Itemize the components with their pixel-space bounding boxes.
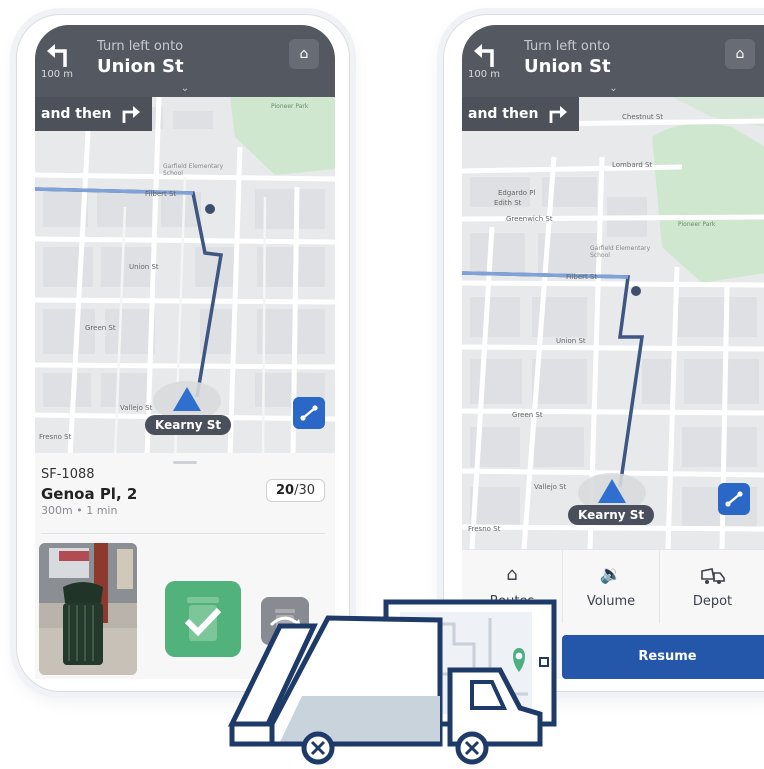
and-then-label: and then bbox=[468, 106, 539, 122]
home-button[interactable]: ⌂ bbox=[289, 39, 319, 69]
home-icon: ⌂ bbox=[735, 46, 745, 62]
current-street-tag: Kearny St bbox=[568, 505, 655, 525]
street-label-green: Green St bbox=[512, 411, 543, 419]
garbage-truck-illustration bbox=[228, 599, 557, 765]
turn-right-icon bbox=[122, 106, 140, 123]
route-icon bbox=[300, 405, 318, 421]
stop-progress-counter: 20/30 bbox=[265, 479, 325, 502]
next-maneuver-banner: and then bbox=[462, 97, 579, 131]
right-phone-frame: Chestnut St Lombard St Edgardo Pl Edith … bbox=[443, 14, 764, 692]
depot-label: Depot bbox=[692, 594, 733, 609]
street-label-lombard: Lombard St bbox=[612, 161, 653, 169]
volume-label: Volume bbox=[586, 594, 636, 609]
turn-instruction: Turn left onto bbox=[524, 39, 611, 54]
right-phone-screen: Chestnut St Lombard St Edgardo Pl Edith … bbox=[462, 25, 764, 679]
poi-pioneer-park: Pioneer Park bbox=[678, 221, 716, 228]
stop-id: SF-1088 bbox=[41, 467, 95, 482]
street-label-union: Union St bbox=[556, 337, 586, 345]
turn-street-name: Union St bbox=[97, 56, 184, 77]
counter-total: /30 bbox=[294, 483, 315, 498]
street-label-edgardo: Edgardo Pl bbox=[498, 189, 536, 197]
turn-distance: 100 m bbox=[468, 69, 501, 80]
resume-label: Resume bbox=[638, 649, 697, 664]
truck-wheel-icon bbox=[301, 731, 335, 765]
stop-eta: 300m • 1 min bbox=[41, 504, 118, 517]
navigation-map[interactable]: Union St Filbert St Green St Vallejo St … bbox=[35, 97, 335, 457]
street-label-filbert: Filbert St bbox=[145, 190, 177, 198]
and-then-label: and then bbox=[41, 106, 112, 122]
navigation-map-right[interactable]: Chestnut St Lombard St Edgardo Pl Edith … bbox=[462, 97, 764, 549]
route-overview-button[interactable] bbox=[293, 397, 325, 429]
card-divider bbox=[41, 533, 325, 534]
volume-up-button-right bbox=[437, 145, 441, 197]
depot-truck-icon bbox=[660, 564, 764, 585]
volume-up-button bbox=[11, 145, 15, 197]
street-label-fresno: Fresno St bbox=[468, 525, 501, 533]
street-label-vallejo: Vallejo St bbox=[120, 404, 153, 412]
home-button[interactable]: ⌂ bbox=[725, 39, 755, 69]
resume-button[interactable]: Resume bbox=[562, 635, 764, 679]
turn-distance: 100 m bbox=[41, 69, 74, 80]
home-icon: ⌂ bbox=[299, 46, 309, 62]
route-icon bbox=[725, 491, 743, 507]
street-label-fresno: Fresno St bbox=[39, 433, 72, 441]
route-overview-button[interactable] bbox=[718, 483, 750, 515]
street-label-greenwich: Greenwich St bbox=[506, 215, 553, 223]
volume-down-button bbox=[11, 210, 15, 272]
volume-down-button-right bbox=[437, 210, 441, 272]
truck-wheel-icon bbox=[455, 731, 489, 765]
left-phone-frame: Union St Filbert St Green St Vallejo St … bbox=[16, 14, 350, 692]
street-label-filbert: Filbert St bbox=[566, 273, 598, 281]
street-label-green: Green St bbox=[85, 324, 116, 332]
left-phone-screen: Union St Filbert St Green St Vallejo St … bbox=[35, 25, 335, 679]
home-icon: ⌂ bbox=[506, 564, 518, 585]
volume-icon: 🔉 bbox=[599, 564, 623, 585]
turn-left-icon bbox=[474, 44, 494, 67]
volume-menu-button[interactable]: 🔉 Volume bbox=[563, 550, 659, 624]
street-label-vallejo: Vallejo St bbox=[534, 483, 567, 491]
turn-right-icon bbox=[549, 106, 567, 123]
navigation-instruction-bar: 100 m Turn left onto Union St ⌄ ⌂ bbox=[35, 25, 335, 97]
depot-menu-button[interactable]: Depot bbox=[660, 550, 764, 624]
navigation-instruction-bar-right: 100 m Turn left onto Union St ⌄ ⌂ bbox=[462, 25, 764, 97]
poi-garfield-school: Garfield Elementary School bbox=[590, 245, 651, 259]
chevron-down-icon[interactable]: ⌄ bbox=[181, 83, 189, 94]
counter-current: 20 bbox=[275, 483, 295, 498]
next-maneuver-banner: and then bbox=[35, 97, 152, 131]
turn-street-name: Union St bbox=[524, 56, 611, 77]
bin-photo[interactable] bbox=[39, 543, 137, 675]
chevron-down-icon[interactable]: ⌄ bbox=[609, 83, 617, 94]
stop-address: Genoa Pl, 2 bbox=[41, 485, 138, 503]
street-label-chestnut: Chestnut St bbox=[622, 113, 664, 121]
current-street-tag: Kearny St bbox=[145, 415, 232, 435]
power-button bbox=[352, 145, 356, 225]
street-label-edith: Edith St bbox=[494, 199, 522, 207]
street-label-union: Union St bbox=[129, 263, 159, 271]
turn-instruction: Turn left onto bbox=[97, 39, 184, 54]
drag-handle[interactable] bbox=[173, 461, 197, 464]
poi-pioneer-park: Pioneer Park bbox=[271, 103, 309, 110]
poi-garfield-school: Garfield Elementary School bbox=[163, 163, 224, 177]
turn-left-icon bbox=[47, 44, 67, 67]
